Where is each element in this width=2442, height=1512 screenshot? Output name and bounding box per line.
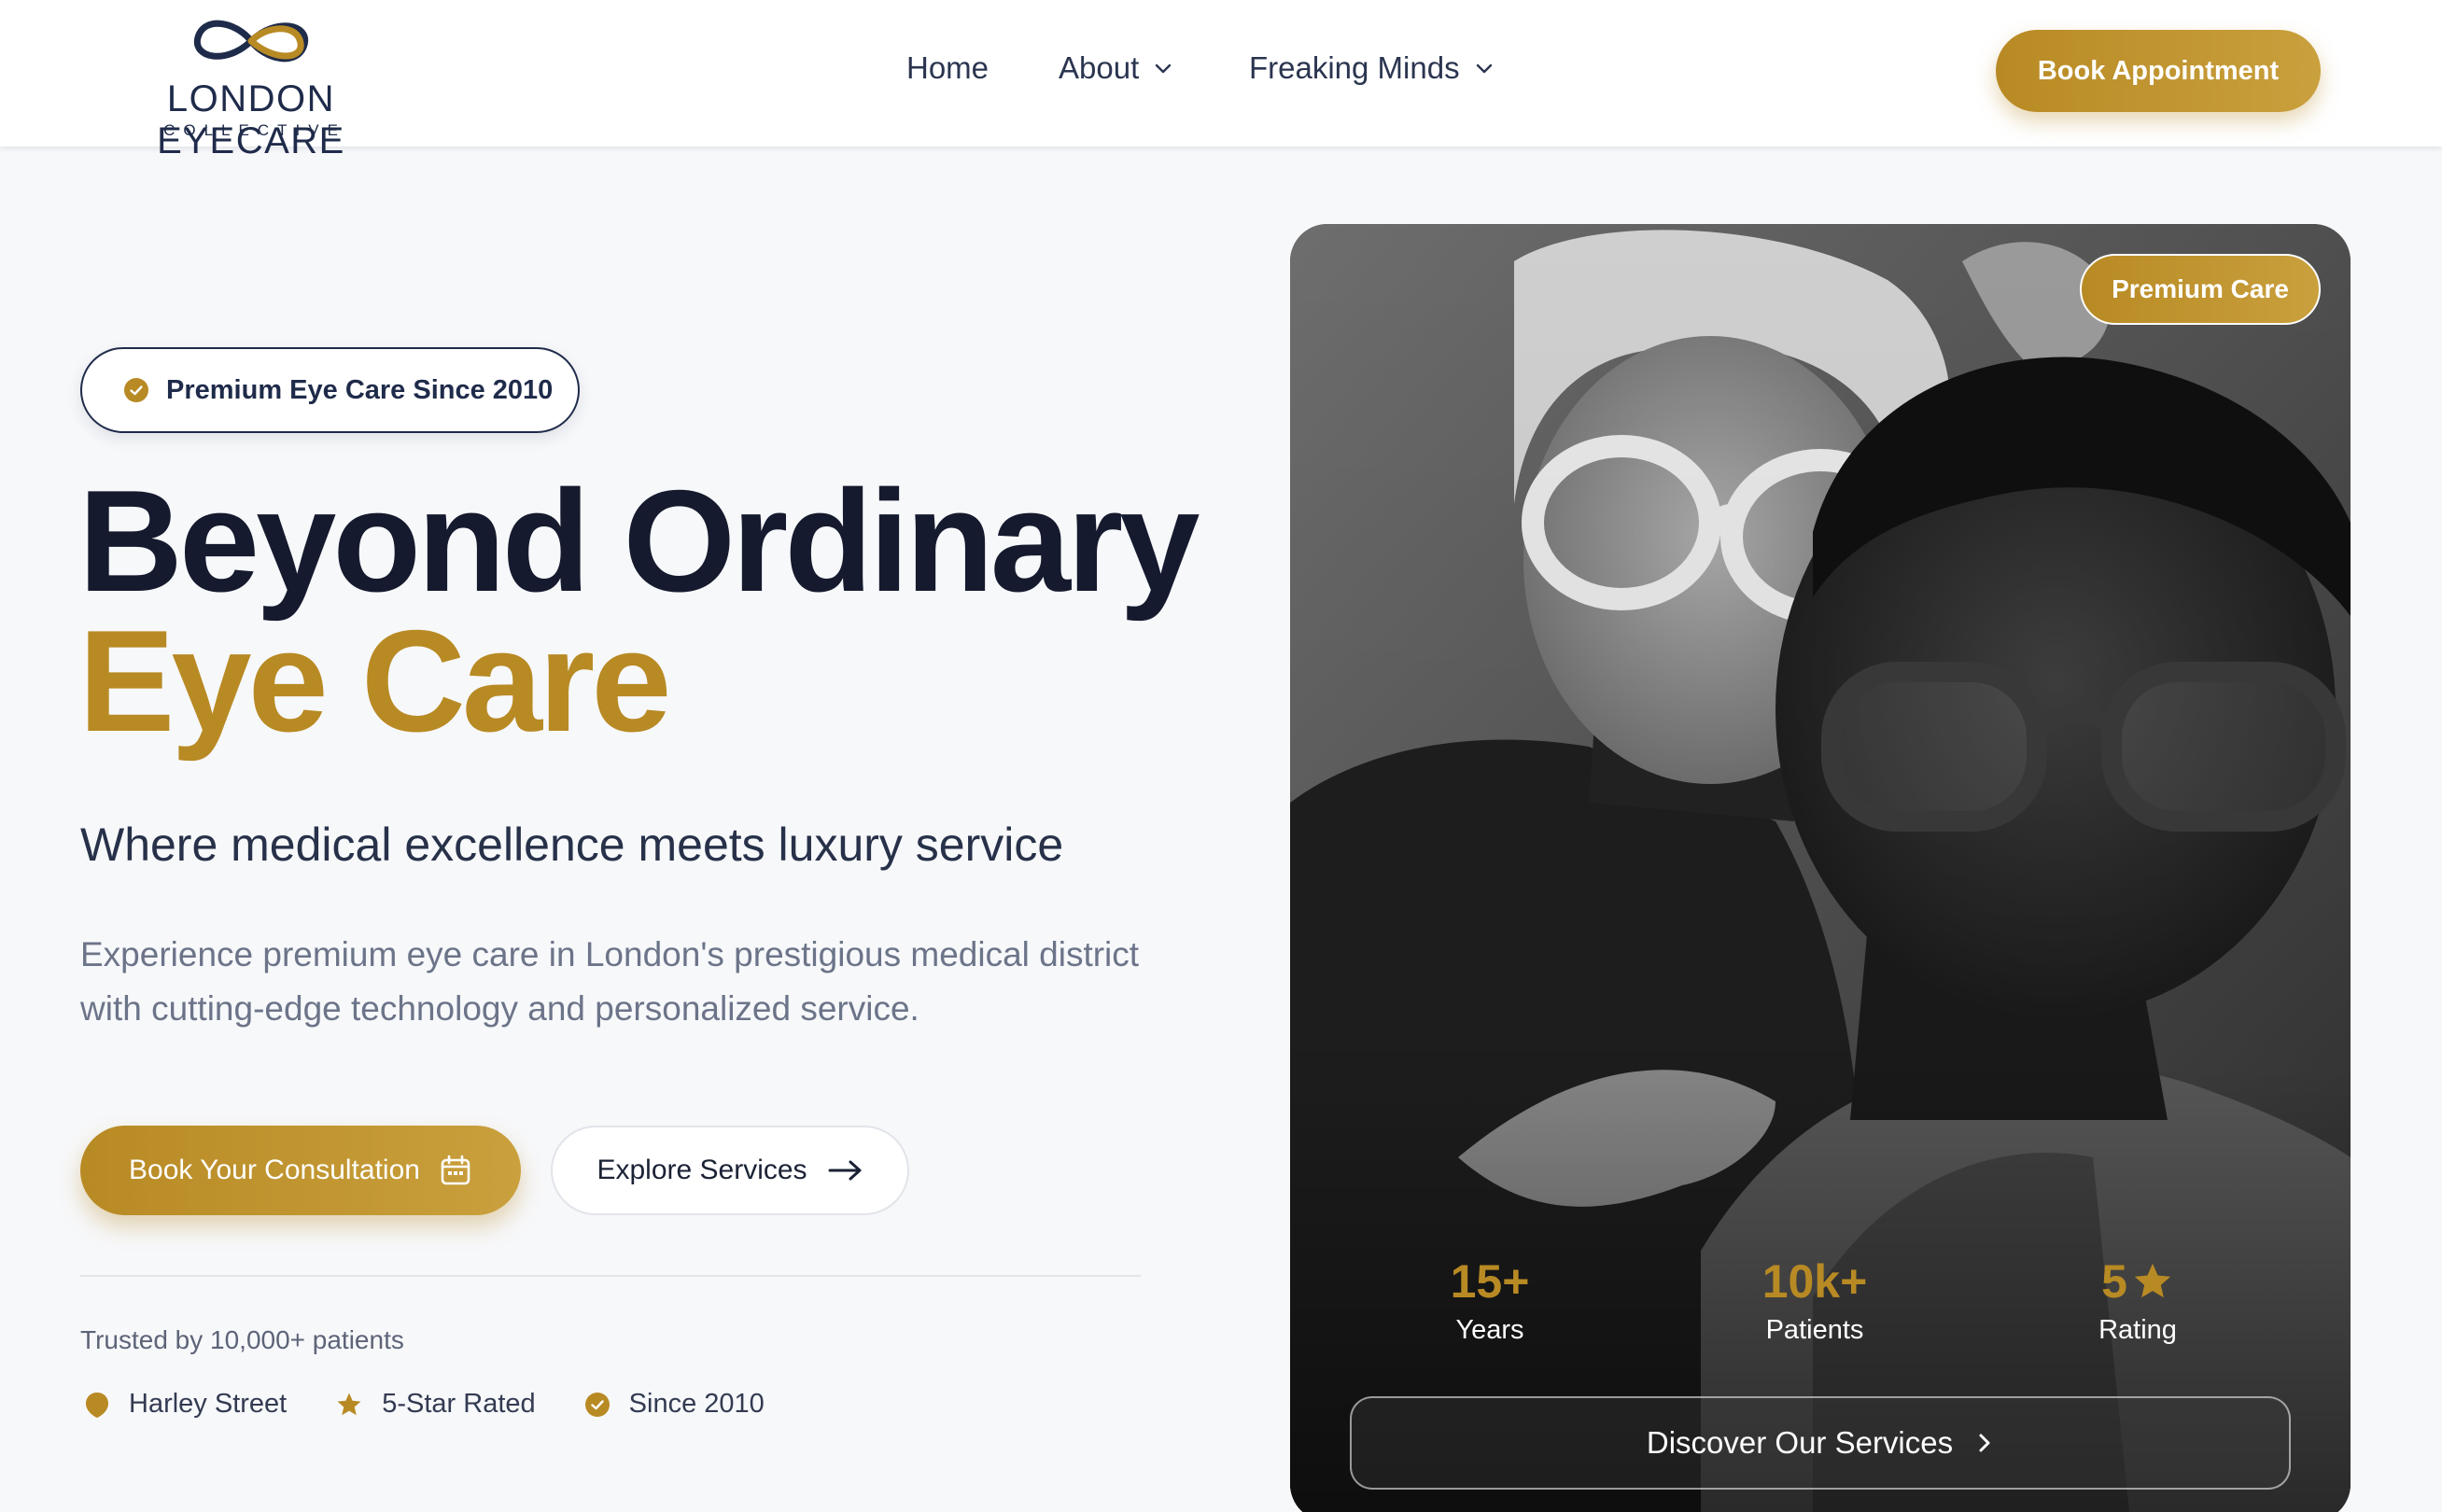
brand-logo[interactable]: LONDON EYECARE COLLECTIVE	[78, 4, 424, 161]
nav-freaking-minds[interactable]: Freaking Minds	[1249, 50, 1495, 86]
stat-rating-value-wrap: 5	[2026, 1255, 2250, 1308]
trust-badges: Harley Street 5-Star Rated Since 2010	[84, 1389, 765, 1420]
stat-rating-value: 5	[2101, 1255, 2127, 1308]
star-icon	[337, 1393, 361, 1415]
star-icon	[2134, 1263, 2171, 1298]
book-consultation-label: Book Your Consultation	[129, 1155, 420, 1185]
trust-badge-label: 5-Star Rated	[382, 1389, 536, 1419]
explore-services-label: Explore Services	[596, 1155, 807, 1185]
location-pin-icon	[86, 1392, 108, 1418]
trust-badge-since-2010: Since 2010	[584, 1389, 765, 1420]
chevron-down-icon	[1156, 63, 1172, 74]
trust-badge-5-star: 5-Star Rated	[335, 1389, 536, 1420]
stat-years: 15+ Years	[1378, 1255, 1602, 1346]
brand-name: LONDON EYECARE	[157, 78, 345, 161]
premium-care-badge: Premium Care	[2080, 254, 2321, 325]
verified-badge-icon	[124, 378, 148, 402]
book-appointment-button[interactable]: Book Appointment	[1996, 30, 2321, 112]
discover-services-label: Discover Our Services	[1646, 1425, 1954, 1460]
explore-services-button[interactable]: Explore Services	[551, 1126, 909, 1215]
nav-about[interactable]: About	[1059, 50, 1174, 86]
arrow-right-icon	[828, 1160, 862, 1181]
chevron-down-icon	[1476, 63, 1492, 74]
hero-description: Experience premium eye care in London's …	[80, 935, 1140, 1028]
top-navbar: LONDON EYECARE COLLECTIVE Home About Fre…	[0, 0, 2442, 161]
nav-home-label: Home	[906, 50, 989, 85]
trust-badge-harley-street: Harley Street	[84, 1389, 287, 1420]
trust-badge-label: Since 2010	[628, 1389, 765, 1419]
stat-years-value: 15+	[1450, 1255, 1530, 1308]
stat-rating: 5 Rating	[2026, 1255, 2250, 1346]
brand-tagline: COLLECTIVE	[163, 121, 346, 139]
hero-subtitle: Where medical excellence meets luxury se…	[80, 819, 1064, 871]
stat-rating-label: Rating	[2098, 1315, 2177, 1345]
hero-image-card: Premium Care 15+ Years 10k+ Patients 5 R…	[1290, 224, 2351, 1512]
stat-years-label: Years	[1455, 1315, 1524, 1345]
discover-services-button[interactable]: Discover Our Services	[1350, 1396, 2291, 1490]
hero-badge: Premium Eye Care Since 2010	[80, 347, 580, 433]
nav-home[interactable]: Home	[906, 50, 989, 86]
nav-freaking-minds-label: Freaking Minds	[1249, 50, 1460, 85]
chevron-right-icon	[1979, 1434, 1990, 1452]
book-consultation-button[interactable]: Book Your Consultation	[80, 1126, 521, 1215]
hero-badge-label: Premium Eye Care Since 2010	[166, 374, 554, 405]
trust-badge-label: Harley Street	[129, 1389, 288, 1419]
hero-title-line2: Eye Care	[78, 600, 672, 762]
stat-patients-value: 10k+	[1761, 1255, 1868, 1308]
verified-badge-icon	[584, 1392, 610, 1417]
infinity-logo-icon	[193, 20, 309, 63]
section-divider	[80, 1275, 1141, 1277]
calendar-icon	[441, 1155, 470, 1185]
stat-patients: 10k+ Patients	[1703, 1255, 1927, 1346]
trusted-by-text: Trusted by 10,000+ patients	[80, 1325, 404, 1354]
stat-patients-label: Patients	[1765, 1315, 1864, 1345]
hero-title-line1: Beyond Ordinary	[78, 460, 1200, 622]
hero-title: Beyond Ordinary Eye Care	[78, 469, 1200, 753]
nav-about-label: About	[1059, 50, 1140, 85]
